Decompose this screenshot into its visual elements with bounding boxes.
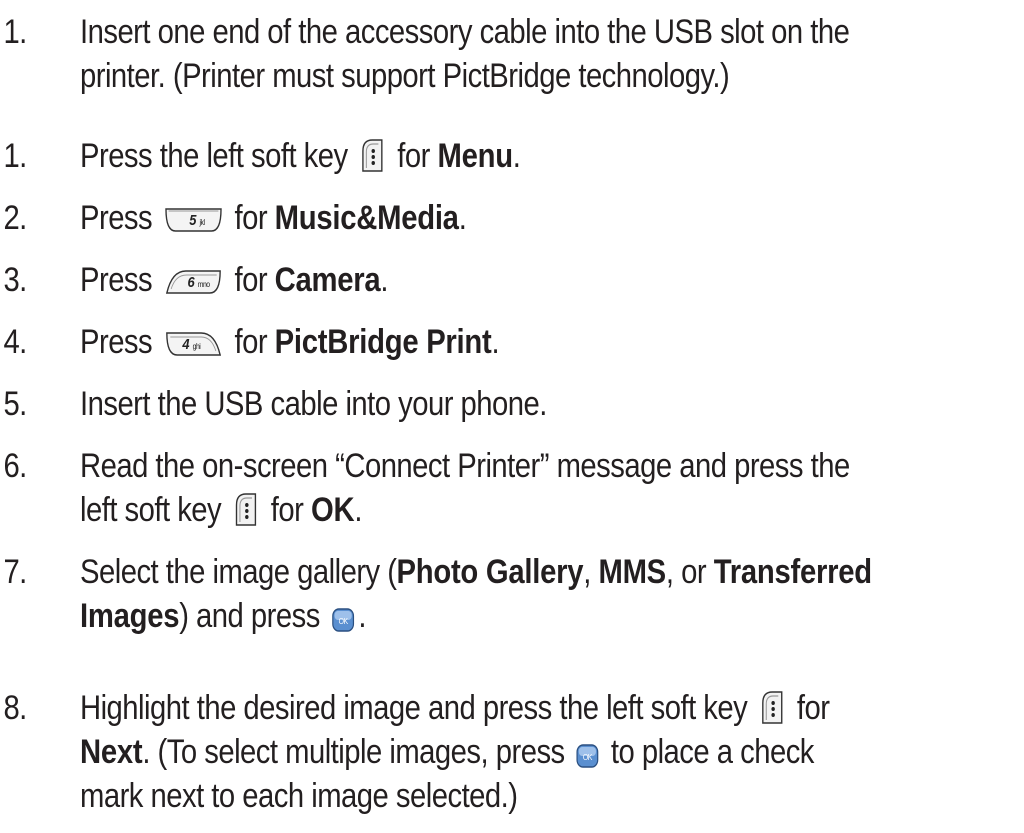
step-text: for [796, 689, 830, 727]
instruction-document: 1. Insert one end of the accessory cable… [0, 0, 1024, 833]
punctuation: . [458, 199, 467, 237]
4-ghi-key-icon: 4 ghi [163, 329, 223, 359]
step-text: ) and press [179, 597, 320, 635]
left-soft-key-icon [758, 689, 786, 725]
step-text-line: Select the image gallery (Photo Gallery,… [80, 550, 872, 594]
photo-gallery-label: Photo Gallery [396, 553, 584, 591]
svg-text:ghi: ghi [192, 341, 200, 351]
step-number: 7. [3, 553, 27, 591]
punctuation: . [354, 491, 362, 529]
step-text-line: Press 6 mno for Camera. [79, 258, 389, 302]
svg-text:OK: OK [583, 752, 592, 762]
step-number: 3. [3, 261, 27, 299]
step-text-line: printer. (Printer must support PictBridg… [79, 57, 730, 95]
step-text: Press the left soft key [79, 137, 348, 175]
punctuation: , [583, 553, 591, 591]
step-text: for [270, 491, 304, 529]
left-soft-key-icon [232, 491, 260, 527]
punctuation: . [380, 261, 389, 299]
step-text: for [234, 323, 268, 361]
transferred-label: Transferred [713, 553, 872, 591]
step-text: to place a check [610, 733, 815, 771]
svg-text:5: 5 [189, 211, 196, 228]
step-number: 2. [3, 199, 27, 237]
step-text: Press [79, 261, 153, 299]
step-text-line: Press the left soft key for Menu. [79, 134, 521, 178]
step-text: for [234, 261, 268, 299]
step-text: Select the image gallery ( [79, 553, 397, 591]
svg-text:jkl: jkl [198, 217, 205, 227]
step-number: 8. [3, 689, 27, 727]
mms-label: MMS [598, 553, 666, 591]
step-text: . (To select multiple images, press [142, 733, 565, 771]
pictbridge-print-label: PictBridge Print [274, 323, 492, 361]
music-media-label: Music&Media [274, 199, 459, 237]
step-text: Press [79, 323, 153, 361]
step-text-line: Highlight the desired image and press th… [80, 686, 830, 730]
step-text-line: Images) and press OK . [79, 594, 367, 638]
step-text: for [234, 199, 268, 237]
step-text-line: Insert the USB cable into your phone. [79, 385, 547, 423]
punctuation: . [512, 137, 521, 175]
svg-text:4: 4 [181, 335, 189, 352]
left-soft-key-icon [359, 137, 387, 173]
step-text: for [397, 137, 430, 175]
svg-text:OK: OK [338, 616, 347, 626]
images-label: Images [79, 597, 180, 635]
step-text: Highlight the desired image and press th… [79, 689, 748, 727]
step-text: , or [665, 553, 707, 591]
ok-label: OK [311, 491, 355, 529]
step-text-line: Read the on-screen “Connect Printer” mes… [79, 447, 850, 485]
step-text-line: left soft key for OK. [79, 488, 363, 532]
punctuation: . [358, 597, 366, 635]
step-text-line: mark next to each image selected.) [79, 777, 518, 815]
step-number: 4. [3, 323, 27, 361]
step-text-line: Press 5 jkl for Music&Media. [79, 196, 467, 240]
step-text-line: Next. (To select multiple images, press … [80, 730, 814, 774]
step-number: 6. [3, 447, 27, 485]
next-label: Next [79, 733, 143, 771]
camera-label: Camera [274, 261, 381, 299]
ok-key-icon: OK [576, 743, 600, 769]
menu-label: Menu [437, 137, 513, 175]
step-text: left soft key [79, 491, 222, 529]
punctuation: . [491, 323, 500, 361]
step-text-line: Insert one end of the accessory cable in… [79, 13, 850, 51]
6-mno-key-icon: 6 mno [163, 267, 223, 297]
step-number: 1. [3, 137, 27, 175]
svg-text:6: 6 [187, 273, 194, 290]
svg-text:mno: mno [198, 279, 210, 289]
step-text: Press [79, 199, 153, 237]
step-number: 1. [3, 13, 27, 51]
5-jkl-key-icon: 5 jkl [163, 205, 223, 235]
step-number: 5. [3, 385, 27, 423]
ok-key-icon: OK [331, 607, 355, 633]
step-text-line: Press 4 ghi for PictBridge Print. [79, 320, 500, 364]
